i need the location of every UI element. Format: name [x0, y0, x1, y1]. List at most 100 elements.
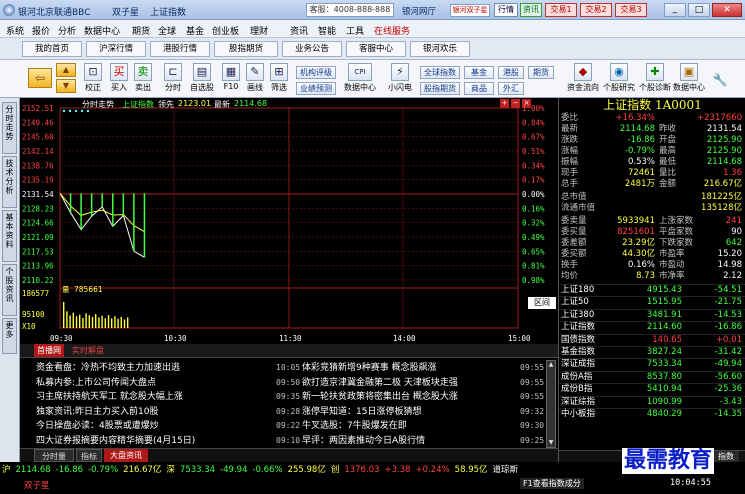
menu-gem[interactable]: 创业板 — [212, 24, 239, 37]
scroll-down-icon[interactable]: ▼ — [547, 439, 555, 447]
menu-analysis[interactable]: 分析 — [58, 24, 76, 37]
menu-system[interactable]: 系统 — [6, 24, 24, 37]
sidebar-tab-more[interactable]: 更多 — [2, 318, 17, 354]
draw-line-button[interactable]: ✎ 画线 — [244, 63, 266, 93]
index-row[interactable]: 成份B指 5410.94 -25.36 — [559, 383, 745, 394]
quote-button[interactable]: 行情 — [494, 3, 518, 17]
news-item[interactable]: 欲打造京津冀金融第二极 天津板块走强 09:55 — [302, 376, 544, 390]
news-item[interactable]: 四大证券报摘要内容精华摘要(4月15日) 09:10 — [36, 434, 300, 448]
hall-link[interactable]: 银河网厅 — [402, 5, 436, 17]
tab-sh-sz-quotes[interactable]: 沪深行情 — [86, 41, 146, 57]
news-title[interactable]: 资金看盘：冷热不均致主力加速出逃 — [36, 361, 264, 375]
menu-smart[interactable]: 智能 — [318, 24, 336, 37]
region-button[interactable]: 区间 — [528, 297, 556, 309]
news-item[interactable]: 体彩竞猜新增9种赛事 概念股飙涨 09:55 — [302, 361, 544, 375]
news-item[interactable]: 独家资讯:昨日主力买入前10股 09:28 — [36, 405, 300, 419]
watchlist-button[interactable]: ▤ 自选股 — [188, 63, 216, 93]
global-index-button[interactable]: 全球指数 — [420, 66, 460, 79]
news-item[interactable]: 牛叉选股：7牛股爆发在即 09:30 — [302, 419, 544, 433]
index-row[interactable]: 上证50 1515.95 -21.75 — [559, 296, 745, 307]
menu-data-center[interactable]: 数据中心 — [84, 24, 120, 37]
tab-customer-center[interactable]: 客服中心 — [346, 41, 406, 57]
news-title[interactable]: 涨停早知道：15日涨停板猜想 — [302, 405, 510, 419]
minimize-icon[interactable]: _ — [664, 3, 686, 17]
menu-info[interactable]: 资讯 — [290, 24, 308, 37]
forex-button[interactable]: 外汇 — [498, 82, 524, 95]
news-item[interactable]: 资金看盘：冷热不均致主力加速出逃 10:05 — [36, 361, 300, 375]
down-arrow-icon[interactable]: ▼ — [56, 79, 76, 93]
money-flow-button[interactable]: ◆ 资金流向 — [566, 63, 600, 93]
bottom-tab-volume[interactable]: 分时量 — [34, 449, 74, 462]
news-item[interactable]: 习主席扶持航天军工 就念股大幅上涨 09:35 — [36, 390, 300, 404]
up-arrow-icon[interactable]: ▲ — [56, 63, 76, 77]
trade-button-3[interactable]: 交易3 — [615, 3, 647, 17]
maximize-icon[interactable]: □ — [688, 3, 710, 17]
sidebar-tab-f10[interactable]: 基本资料 — [2, 210, 17, 262]
forecast-button[interactable]: 业绩预测 — [296, 82, 336, 95]
rating-button[interactable]: 机构评级 — [296, 66, 336, 79]
menu-funds[interactable]: 基金 — [186, 24, 204, 37]
info-button[interactable]: 资讯 — [520, 3, 542, 17]
quote-tab-1[interactable]: 指数 — [713, 451, 739, 462]
news-title[interactable]: 独家资讯:昨日主力买入前10股 — [36, 405, 264, 419]
sell-button[interactable]: 卖卖出 — [132, 63, 154, 93]
news-scrollbar[interactable]: ▲ ▼ — [546, 360, 556, 448]
news-title[interactable]: 习主席扶持航天军工 就念股大幅上涨 — [36, 390, 264, 404]
tab-my-home[interactable]: 我的首页 — [22, 41, 82, 57]
chart-svg[interactable]: 2152.51 1.00% 2149.46 0.84% 2145.60 0.67% 2142… — [20, 98, 558, 344]
wrench-icon[interactable]: 🔧 — [712, 72, 728, 88]
news-item[interactable]: 私募内参:上市公司传闻大盘点 09:50 — [36, 376, 300, 390]
tab-stock-index-futures[interactable]: 股指期货 — [214, 41, 278, 57]
commodity-button[interactable]: 商品 — [464, 82, 494, 95]
menu-global[interactable]: 全球 — [158, 24, 176, 37]
news-title[interactable]: 早评：两因素推动今日A股行情 — [302, 434, 510, 448]
sidebar-tab-intraday[interactable]: 分时走势 — [2, 102, 17, 154]
calibrate-button[interactable]: ⊡ 校正 — [82, 63, 104, 93]
news-item[interactable]: 早评：两因素推动今日A股行情 09:25 — [302, 434, 544, 448]
close-icon[interactable]: ✕ — [712, 3, 742, 17]
news-item[interactable]: 今日操盘必读：4股票或遭爆炒 09:22 — [36, 419, 300, 433]
fund-button[interactable]: 基金 — [464, 66, 494, 79]
f10-button[interactable]: ▦ F10 — [220, 63, 242, 91]
menu-quotes[interactable]: 报价 — [32, 24, 50, 37]
data-center-button[interactable]: ▣ 数据中心 — [672, 63, 706, 93]
cpi-button[interactable]: CPI 数据中心 — [344, 63, 376, 93]
index-row[interactable]: 上证180 4915.43 -54.51 — [559, 284, 745, 295]
index-row[interactable]: 深证综指 1090.99 -3.43 — [559, 395, 745, 407]
news-title[interactable]: 私募内参:上市公司传闻大盘点 — [36, 376, 264, 390]
menu-tools[interactable]: 工具 — [346, 24, 364, 37]
futures-button[interactable]: 期货 — [528, 66, 554, 79]
news-title[interactable]: 今日操盘必读：4股票或遭爆炒 — [36, 419, 264, 433]
tab-hk-quotes[interactable]: 港股行情 — [150, 41, 210, 57]
news-title[interactable]: 欲打造京津冀金融第二极 天津板块走强 — [302, 376, 510, 390]
buy-button[interactable]: 买买入 — [108, 63, 130, 93]
index-row[interactable]: 国债指数 140.65 +0.01 — [559, 333, 745, 345]
index-row[interactable]: 成份A指 8537.80 -56.60 — [559, 370, 745, 382]
back-arrow-icon[interactable]: ⇦ — [28, 68, 52, 88]
sidebar-tab-kline[interactable]: 技术分析 — [2, 156, 17, 208]
trade-button-1[interactable]: 交易1 — [545, 3, 577, 17]
tab-galaxy-fun[interactable]: 银河欢乐 — [410, 41, 470, 57]
news-item[interactable]: 涨停早知道：15日涨停板猜想 09:32 — [302, 405, 544, 419]
news-title[interactable]: 体彩竞猜新增9种赛事 概念股飙涨 — [302, 361, 510, 375]
news-title[interactable]: 四大证券报摘要内容精华摘要(4月15日) — [36, 434, 264, 448]
stock-research-button[interactable]: ◉ 个股研究 — [602, 63, 636, 93]
index-row[interactable]: 基金指数 3827.24 -31.42 — [559, 346, 745, 357]
news-title[interactable]: 新一轮扶贫政策将密集出台 概念股大涨 — [302, 390, 510, 404]
flash-button[interactable]: ⚡ 小闪电 — [384, 63, 416, 93]
tab-announcements[interactable]: 业务公告 — [282, 41, 342, 57]
intraday-button[interactable]: ⊏ 分时 — [162, 63, 184, 93]
news-item[interactable]: 新一轮扶贫政策将密集出台 概念股大涨 09:55 — [302, 390, 544, 404]
index-row[interactable]: 上证380 3481.91 -14.53 — [559, 308, 745, 320]
menu-futures[interactable]: 期货 — [132, 24, 150, 37]
menu-online-service[interactable]: 在线服务 — [374, 24, 410, 37]
index-row[interactable]: 深证成指 7533.34 -49.94 — [559, 358, 745, 369]
news-tab-live[interactable]: 实时解盘 — [68, 344, 108, 357]
sidebar-tab-info[interactable]: 个股资讯 — [2, 264, 17, 316]
index-row[interactable]: 中小板指 4840.29 -14.35 — [559, 408, 745, 419]
menu-wealth[interactable]: 理财 — [250, 24, 268, 37]
index-row[interactable]: 上证指数 2114.60 -16.86 — [559, 321, 745, 332]
news-title[interactable]: 牛叉选股：7牛股爆发在即 — [302, 419, 510, 433]
bottom-tab-market-news[interactable]: 大盘资讯 — [104, 449, 148, 462]
scroll-up-icon[interactable]: ▲ — [547, 361, 555, 369]
